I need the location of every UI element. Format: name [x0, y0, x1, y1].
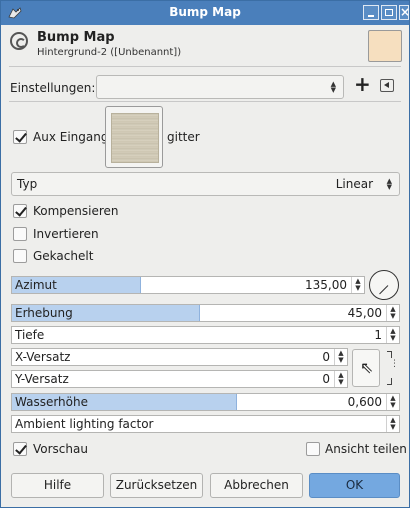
maximize-icon [385, 9, 393, 16]
invert-checkbox[interactable] [13, 227, 27, 241]
preset-menu-icon[interactable] [380, 79, 394, 92]
combo-updown-icon: ▲ ▼ [330, 80, 336, 94]
ok-button[interactable]: OK [309, 473, 400, 498]
mouse-pointer-icon: ⇖ [360, 358, 374, 377]
layer-subtitle: Hintergrund-2 ([Unbenannt]) [37, 47, 182, 58]
waterlevel-value: 0,600 [347, 395, 382, 409]
tiled-checkbox[interactable] [13, 249, 27, 263]
elevation-slider[interactable]: Erhebung 45,00 ▲ ▼ [11, 304, 400, 322]
depth-spin-icon[interactable]: ▲ ▼ [386, 327, 399, 343]
y-offset-value: 0 [322, 372, 330, 386]
settings-label: Einstellungen: [10, 81, 96, 95]
type-combo-label: Typ [17, 177, 38, 191]
aux-input-checkbox[interactable] [13, 130, 27, 144]
dialog-heading: Bump Map [37, 30, 115, 45]
depth-slider[interactable]: Tiefe 1 ▲ ▼ [11, 326, 400, 344]
y-offset-slider[interactable]: Y-Versatz 0 ▲ ▼ [11, 370, 348, 388]
azimuth-spin-icon[interactable]: ▲ ▼ [351, 277, 364, 293]
header-divider [9, 66, 401, 67]
waterlevel-spin-icon[interactable]: ▲ ▼ [386, 394, 399, 410]
azimuth-label: Azimut [15, 278, 57, 292]
preview-label: Vorschau [33, 442, 88, 456]
ambient-label: Ambient lighting factor [15, 417, 154, 431]
reset-button[interactable]: Zurücksetzen [110, 473, 203, 498]
split-view-checkbox[interactable] [306, 442, 320, 456]
elevation-spin-icon[interactable]: ▲ ▼ [386, 305, 399, 321]
pick-offset-button[interactable]: ⇖ [352, 349, 380, 387]
aux-input-label: Aux Eingang [33, 130, 109, 144]
minimize-icon [368, 15, 374, 17]
settings-combo[interactable]: ▲ ▼ [96, 75, 344, 99]
close-button[interactable]: × [399, 5, 410, 20]
bump-map-icon [10, 32, 28, 50]
ambient-slider[interactable]: Ambient lighting factor ▲ ▼ [11, 415, 400, 433]
compensate-label: Kompensieren [33, 204, 119, 218]
azimuth-dial-icon[interactable] [369, 270, 399, 300]
ambient-spin-icon[interactable]: ▲ ▼ [386, 416, 399, 432]
y-offset-label: Y-Versatz [15, 372, 69, 386]
maximize-button[interactable] [381, 5, 397, 20]
x-offset-slider[interactable]: X-Versatz 0 ▲ ▼ [11, 348, 348, 366]
type-combo-value: Linear [335, 177, 373, 191]
tiled-label: Gekachelt [33, 249, 94, 263]
azimuth-slider[interactable]: Azimut 135,00 ▲ ▼ [11, 276, 365, 294]
aux-input-drawable-name: gitter [167, 130, 200, 144]
minimize-button[interactable] [363, 5, 379, 20]
compensate-checkbox[interactable] [13, 204, 27, 218]
chain-link-icon[interactable]: ⋮ [390, 360, 399, 369]
depth-label: Tiefe [15, 328, 45, 342]
color-preview-swatch [368, 30, 402, 62]
elevation-value: 45,00 [347, 306, 382, 320]
window-title: Bump Map [169, 5, 241, 19]
title-bar[interactable]: Bump Map × [1, 1, 410, 25]
x-offset-value: 0 [322, 350, 330, 364]
preview-checkbox[interactable] [13, 442, 27, 456]
settings-divider [9, 101, 401, 102]
waterlevel-label: Wasserhöhe [15, 395, 88, 409]
invert-label: Invertieren [33, 227, 99, 241]
x-offset-label: X-Versatz [15, 350, 71, 364]
x-offset-spin-icon[interactable]: ▲ ▼ [334, 349, 347, 365]
type-combo[interactable]: Typ Linear ▲ ▼ [11, 172, 400, 196]
aux-input-thumbnail-button[interactable] [105, 106, 163, 168]
split-view-label: Ansicht teilen [325, 442, 407, 456]
close-icon: × [400, 5, 410, 19]
azimuth-value: 135,00 [305, 278, 347, 292]
dialog-window: Bump Map × Bump Map Hintergrund-2 ([Unbe… [0, 0, 410, 508]
depth-value: 1 [374, 328, 382, 342]
waterlevel-slider[interactable]: Wasserhöhe 0,600 ▲ ▼ [11, 393, 400, 411]
elevation-label: Erhebung [15, 306, 73, 320]
combo-updown-icon: ▲ ▼ [386, 177, 392, 191]
help-button[interactable]: Hilfe [11, 473, 104, 498]
y-offset-spin-icon[interactable]: ▲ ▼ [334, 371, 347, 387]
add-preset-icon[interactable]: + [354, 74, 371, 94]
aux-texture-preview [111, 113, 159, 163]
cancel-button[interactable]: Abbrechen [210, 473, 303, 498]
